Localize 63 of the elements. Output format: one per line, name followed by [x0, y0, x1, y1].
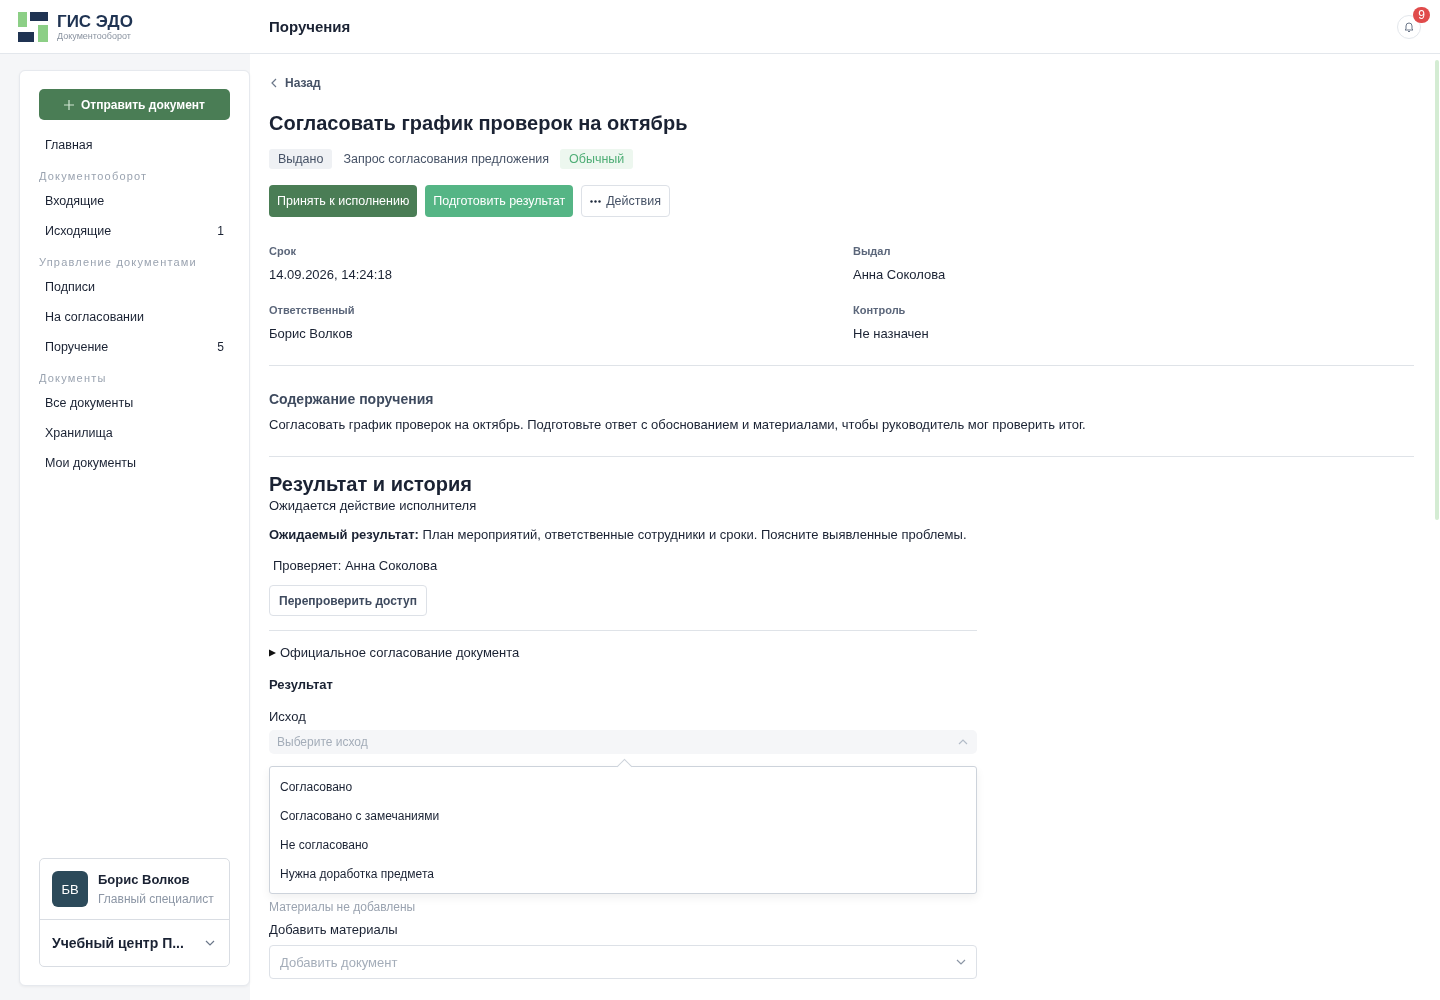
section-heading: Документооборот: [39, 170, 149, 182]
field-value: 14.09.2026, 14:24:18: [269, 267, 393, 282]
nav-item[interactable]: Поручение 5: [39, 332, 230, 362]
scrollbar[interactable]: [1435, 60, 1439, 520]
dropdown-option[interactable]: Нужна доработка предмета: [270, 859, 976, 888]
expected-result: Ожидаемый результат: План мероприятий, ответственные сотрудники и сроки. Поясните выявленные проблемы.: [269, 527, 967, 542]
notification-badge: 9: [1413, 6, 1430, 23]
page-title: Поручения: [269, 18, 351, 35]
actions-menu-button[interactable]: Действия: [581, 185, 670, 217]
nav-item[interactable]: Исходящие 1: [39, 216, 230, 246]
triangle-icon: [269, 648, 276, 657]
field-value: Борис Волков: [269, 326, 354, 341]
field-label: Контроль: [853, 304, 907, 316]
tag: Запрос согласования предложения: [341, 149, 552, 169]
tag: Выдано: [269, 149, 333, 169]
chevron-left-icon: [271, 78, 277, 88]
nav-item[interactable]: Входящие: [39, 186, 230, 216]
field-value: Анна Соколова: [853, 267, 947, 282]
nav-item[interactable]: Все документы: [39, 388, 230, 418]
materials-empty-text: Материалы не добавлены: [269, 900, 416, 914]
result-status: Ожидается действие исполнителя: [269, 498, 477, 513]
user-name: Борис Волков: [98, 872, 191, 887]
action-button[interactable]: Принять к исполнению: [269, 185, 418, 217]
app-subtitle: Документооборот: [57, 30, 132, 41]
field-label: Срок: [269, 245, 297, 257]
task-description: Согласовать график проверок на октябрь. Подготовьте ответ с обоснованием и материалами, чтобы руководитель мог проверить итог.: [269, 417, 1086, 432]
reviewer-text: Проверяет: Анна Соколова: [273, 558, 438, 573]
dropdown-option[interactable]: Согласовано с замечаниями: [270, 801, 976, 830]
nav-item[interactable]: На согласовании: [39, 302, 230, 332]
app-name: ГИС ЭДО: [57, 12, 133, 31]
section-title: Результат и история: [269, 473, 472, 496]
bell-icon: [1403, 20, 1415, 33]
back-link[interactable]: Назад: [271, 76, 321, 90]
form-heading: Результат: [269, 677, 333, 692]
field-label: Ответственный: [269, 304, 356, 316]
approval-toggle[interactable]: Официальное согласование документа: [269, 645, 520, 660]
field-value: Не назначен: [853, 326, 930, 341]
section-heading: Документы: [39, 372, 108, 384]
nav-item[interactable]: Мои документы: [39, 448, 230, 478]
chevron-down-icon: [205, 940, 215, 946]
logo-icon: [18, 11, 48, 42]
dropdown-option[interactable]: Не согласовано: [270, 830, 976, 859]
user-role: Главный специалист: [98, 892, 214, 906]
field-label: Выдал: [853, 245, 892, 257]
recheck-access-button[interactable]: Перепроверить доступ: [269, 585, 427, 616]
chevron-up-icon: [958, 739, 968, 745]
more-icon: [590, 199, 602, 203]
nav-item[interactable]: Главная: [39, 130, 230, 160]
plus-icon: [64, 99, 74, 110]
dropdown-option[interactable]: Согласовано: [270, 772, 976, 801]
section-heading: Управление документами: [39, 256, 198, 268]
notifications-button[interactable]: [1397, 14, 1421, 39]
organization-selector[interactable]: Учебный центр П...: [40, 920, 229, 966]
chevron-down-icon: [956, 959, 966, 965]
nav-item[interactable]: Подписи: [39, 272, 230, 302]
outcome-label: Исход: [269, 709, 306, 724]
avatar: БВ: [52, 871, 88, 907]
section-heading: Содержание поручения: [269, 391, 434, 407]
materials-label: Добавить материалы: [269, 922, 398, 937]
nav-item[interactable]: Хранилища: [39, 418, 230, 448]
tag: Обычный: [560, 149, 634, 169]
task-title: Согласовать график проверок на октябрь: [269, 112, 688, 135]
send-document-button[interactable]: Отправить документ: [39, 89, 230, 120]
